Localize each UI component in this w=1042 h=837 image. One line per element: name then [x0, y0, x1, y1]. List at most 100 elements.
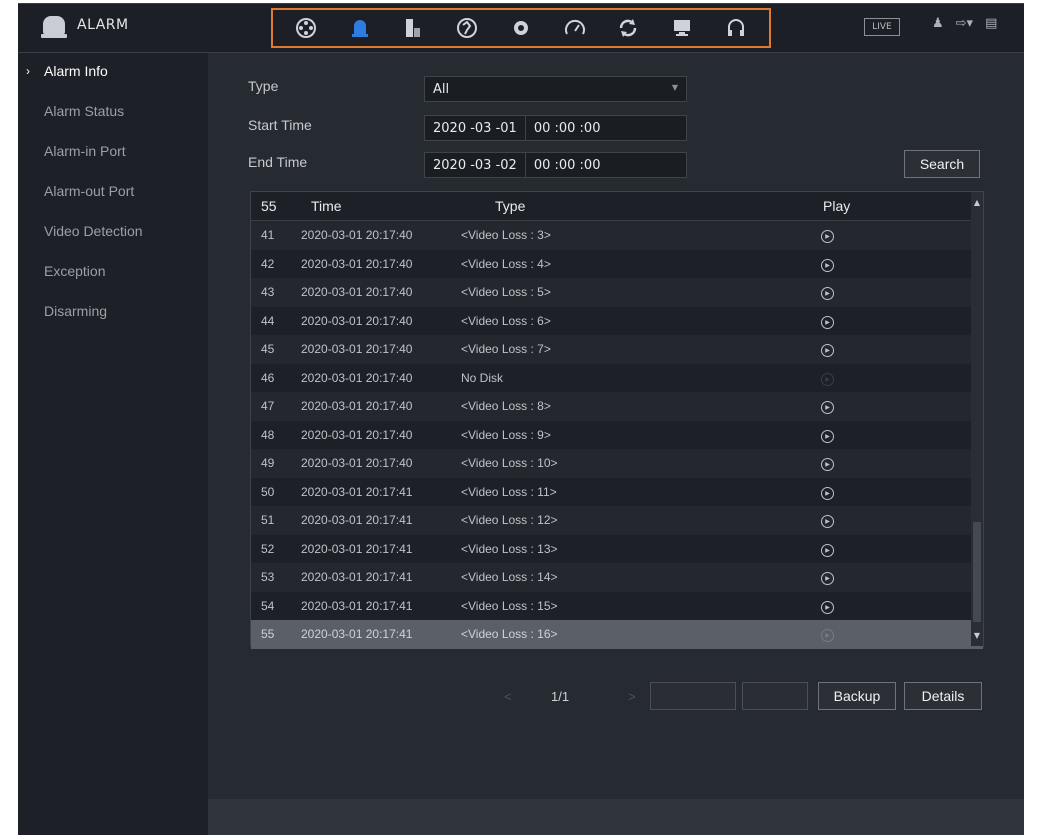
table-row[interactable]: 54 2020-03-01 20:17:41 <Video Loss : 15> ▶	[251, 592, 983, 621]
play-icon[interactable]: ▶	[821, 429, 834, 443]
row-time: 2020-03-01 20:17:40	[301, 285, 413, 300]
sidebar-item-alarm-info[interactable]: › Alarm Info	[18, 53, 208, 93]
play-icon[interactable]: ▶	[821, 315, 834, 329]
row-number: 55	[261, 627, 275, 642]
alarm-light-icon[interactable]	[342, 12, 378, 44]
headset-icon[interactable]	[718, 12, 754, 44]
play-icon[interactable]: ▶	[821, 230, 834, 244]
row-number: 43	[261, 285, 275, 300]
row-type: <Video Loss : 8>	[461, 399, 551, 414]
gear-icon[interactable]	[503, 12, 539, 44]
sidebar-item-label: Alarm-out Port	[44, 183, 135, 199]
table-row[interactable]: 48 2020-03-01 20:17:40 <Video Loss : 9> ▶	[251, 421, 983, 450]
row-time: 2020-03-01 20:17:40	[301, 313, 413, 328]
row-type: <Video Loss : 3>	[461, 228, 551, 243]
row-number: 44	[261, 313, 275, 328]
row-number: 47	[261, 399, 275, 414]
table-row[interactable]: 43 2020-03-01 20:17:40 <Video Loss : 5> ▶	[251, 278, 983, 307]
play-icon[interactable]: ▶	[821, 287, 834, 301]
row-time: 2020-03-01 20:17:41	[301, 484, 413, 499]
logout-icon[interactable]: ⇨▾	[956, 16, 973, 31]
table-row[interactable]: 51 2020-03-01 20:17:41 <Video Loss : 12> ▶	[251, 506, 983, 535]
play-icon[interactable]: ▶	[821, 600, 834, 614]
row-number: 41	[261, 228, 275, 243]
scroll-thumb[interactable]	[973, 522, 981, 622]
play-icon[interactable]: ▶	[821, 572, 834, 586]
storage-icon[interactable]	[395, 12, 431, 44]
table-row[interactable]: 55 2020-03-01 20:17:41 <Video Loss : 16> ▶	[251, 620, 983, 649]
sidebar-item-alarm-in-port[interactable]: Alarm-in Port	[18, 133, 208, 173]
table-row[interactable]: 50 2020-03-01 20:17:41 <Video Loss : 11> ▶	[251, 478, 983, 507]
end-date-value[interactable]: 2020 -03 -02	[425, 153, 525, 177]
row-play-cell: ▶	[805, 455, 945, 472]
sidebar: › Alarm Info Alarm Status Alarm-in Port …	[18, 53, 208, 835]
row-type: <Video Loss : 15>	[461, 598, 558, 613]
play-icon[interactable]: ▶	[821, 629, 834, 643]
network-icon[interactable]	[449, 12, 485, 44]
search-button[interactable]: Search	[904, 150, 980, 178]
play-icon[interactable]: ▶	[821, 458, 834, 472]
top-bar: ALARM LIVE ♟ ⇨▾ ▤	[18, 4, 1024, 53]
refresh-icon[interactable]	[610, 12, 646, 44]
table-row[interactable]: 53 2020-03-01 20:17:41 <Video Loss : 14> ▶	[251, 563, 983, 592]
table-row[interactable]: 42 2020-03-01 20:17:40 <Video Loss : 4> ▶	[251, 250, 983, 279]
scroll-down-icon[interactable]: ▼	[973, 631, 981, 640]
play-icon: ▶	[821, 372, 834, 386]
sidebar-item-label: Exception	[44, 263, 106, 279]
row-number: 46	[261, 370, 275, 385]
play-icon[interactable]: ▶	[821, 258, 834, 272]
play-icon[interactable]: ▶	[821, 515, 834, 529]
type-header: Type	[495, 198, 526, 214]
row-number: 52	[261, 541, 275, 556]
start-time-label: Start Time	[248, 117, 312, 133]
sidebar-item-alarm-out-port[interactable]: Alarm-out Port	[18, 173, 208, 213]
backup-button[interactable]: Backup	[818, 682, 896, 710]
menu-icon[interactable]: ▤	[985, 16, 997, 31]
sidebar-item-label: Video Detection	[44, 223, 143, 239]
table-scrollbar[interactable]: ▲ ▼	[971, 192, 983, 646]
details-button[interactable]: Details	[904, 682, 982, 710]
gauge-icon[interactable]	[557, 12, 593, 44]
table-row[interactable]: 49 2020-03-01 20:17:40 <Video Loss : 10> ▶	[251, 449, 983, 478]
start-date-value[interactable]: 2020 -03 -01	[425, 116, 525, 140]
row-time: 2020-03-01 20:17:41	[301, 598, 413, 613]
start-time-field[interactable]: 2020 -03 -01 00 :00 :00	[424, 115, 687, 141]
prev-page-button[interactable]: <	[504, 689, 512, 704]
live-button[interactable]: LIVE	[864, 18, 900, 36]
table-row[interactable]: 41 2020-03-01 20:17:40 <Video Loss : 3> ▶	[251, 221, 983, 250]
scroll-up-icon[interactable]: ▲	[973, 198, 981, 207]
dropdown-arrow-icon: ▼	[671, 83, 678, 92]
type-dropdown[interactable]: All ▼	[424, 76, 687, 102]
play-icon[interactable]: ▶	[821, 344, 834, 358]
sidebar-item-alarm-status[interactable]: Alarm Status	[18, 93, 208, 133]
end-time-field[interactable]: 2020 -03 -02 00 :00 :00	[424, 152, 687, 178]
sidebar-item-video-detection[interactable]: Video Detection	[18, 213, 208, 253]
table-row[interactable]: 44 2020-03-01 20:17:40 <Video Loss : 6> ▶	[251, 307, 983, 336]
row-time: 2020-03-01 20:17:41	[301, 541, 413, 556]
row-play-cell: ▶	[805, 398, 945, 415]
start-time-value[interactable]: 00 :00 :00	[524, 116, 609, 140]
row-type: <Video Loss : 7>	[461, 342, 551, 357]
table-row[interactable]: 46 2020-03-01 20:17:40 No Disk ▶	[251, 364, 983, 393]
play-header: Play	[823, 198, 851, 214]
table-header: 55 Time Type Play	[251, 192, 983, 221]
sidebar-item-label: Alarm Info	[44, 63, 108, 79]
table-body: 41 2020-03-01 20:17:40 <Video Loss : 3> ▶ 42…	[251, 221, 983, 649]
row-play-cell: ▶	[805, 427, 945, 443]
end-time-value[interactable]: 00 :00 :00	[524, 153, 609, 177]
row-number: 42	[261, 256, 275, 271]
camera-reel-icon[interactable]	[288, 12, 324, 44]
table-row[interactable]: 45 2020-03-01 20:17:40 <Video Loss : 7> ▶	[251, 335, 983, 364]
play-icon[interactable]: ▶	[821, 486, 834, 500]
next-page-button[interactable]: >	[628, 689, 636, 704]
play-icon[interactable]: ▶	[821, 401, 834, 415]
user-icon[interactable]: ♟	[932, 16, 944, 31]
monitor-icon[interactable]	[664, 12, 700, 44]
table-row[interactable]: 52 2020-03-01 20:17:41 <Video Loss : 13> ▶	[251, 535, 983, 564]
play-icon[interactable]: ▶	[821, 543, 834, 557]
row-play-cell: ▶	[805, 370, 945, 386]
app-title-label: ALARM	[77, 17, 129, 33]
sidebar-item-disarming[interactable]: Disarming	[18, 293, 208, 333]
sidebar-item-exception[interactable]: Exception	[18, 253, 208, 293]
table-row[interactable]: 47 2020-03-01 20:17:40 <Video Loss : 8> ▶	[251, 392, 983, 421]
